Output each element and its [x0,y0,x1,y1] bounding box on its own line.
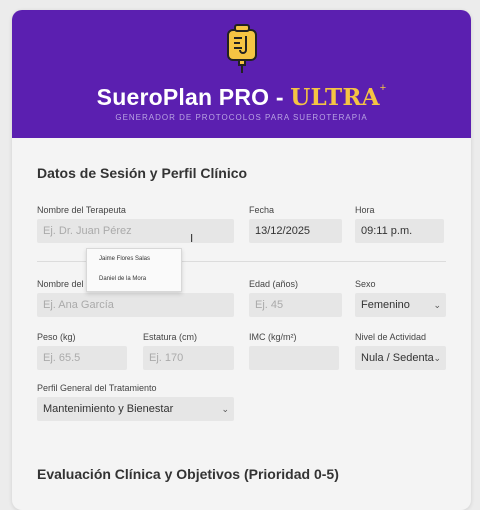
time-input[interactable]: 09:11 p.m. [355,219,444,243]
app-title-accent: ULTRA [290,84,380,111]
text-cursor-icon: I [190,232,194,245]
sex-select[interactable]: Femenino ⌄ [355,293,446,317]
chevron-down-icon: ⌄ [433,300,441,310]
sex-select-value: Femenino [361,299,410,311]
app-title-main: SueroPlan PRO - [96,84,291,110]
therapist-autocomplete: Jaime Flores Salas Daniel de la Mora [86,248,182,292]
profile-select[interactable]: Mantenimiento y Bienestar ⌄ [37,397,234,421]
activity-select[interactable]: Nula / Sedenta ⌄ [355,346,446,370]
height-input[interactable]: Ej. 170 [143,346,234,370]
bmi-label: IMC (kg/m²) [249,332,297,342]
date-input[interactable]: 13/12/2025 [249,219,342,243]
autocomplete-option[interactable]: Daniel de la Mora [87,269,181,289]
sex-label: Sexo [355,279,376,289]
patient-label: Nombre del P [37,279,93,289]
profile-select-value: Mantenimiento y Bienestar [43,403,174,415]
iv-bag-icon [227,24,257,73]
therapist-input[interactable]: Ej. Dr. Juan Pérez [37,219,234,243]
app-subtitle: GENERADOR DE PROTOCOLOS PARA SUEROTERAPI… [115,113,368,122]
date-label: Fecha [249,205,275,215]
autocomplete-option[interactable]: Jaime Flores Salas [87,249,181,269]
activity-select-value: Nula / Sedenta [361,352,434,364]
section-title-evaluation: Evaluación Clínica y Objetivos (Priorida… [37,466,339,482]
weight-label: Peso (kg) [37,332,76,342]
bmi-output [249,346,339,370]
time-label: Hora [355,205,375,215]
therapist-label: Nombre del Terapeuta [37,205,126,215]
patient-input[interactable]: Ej. Ana García [37,293,234,317]
app-title: SueroPlan PRO - ULTRA+ [12,82,471,111]
app-title-sup: + [379,82,387,94]
chevron-down-icon: ⌄ [221,404,229,414]
age-input[interactable]: Ej. 45 [249,293,342,317]
chevron-down-icon: ⌄ [433,353,441,363]
activity-label: Nivel de Actividad [355,332,427,342]
weight-input[interactable]: Ej. 65.5 [37,346,127,370]
section-title-session: Datos de Sesión y Perfil Clínico [37,165,248,181]
form-card: SueroPlan PRO - ULTRA+ GENERADOR DE PROT… [12,10,471,510]
profile-label: Perfil General del Tratamiento [37,383,157,393]
app-header: SueroPlan PRO - ULTRA+ GENERADOR DE PROT… [12,10,471,138]
age-label: Edad (años) [249,279,299,289]
height-label: Estatura (cm) [143,332,198,342]
